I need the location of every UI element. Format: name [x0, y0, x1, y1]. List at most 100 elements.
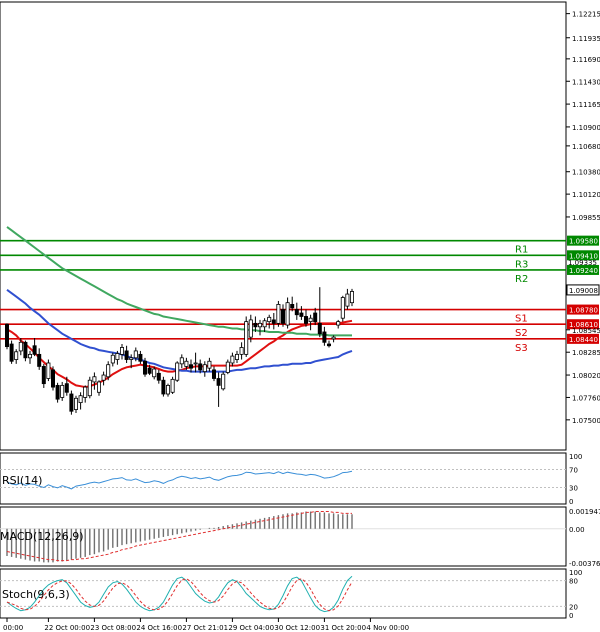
rsi-tick-label: 70	[569, 467, 578, 475]
candle-body	[340, 297, 345, 319]
candle-body	[41, 366, 46, 385]
price-tick-label: 1.10900	[572, 124, 600, 132]
time-tick-label: 23 Oct 08:00	[90, 624, 136, 632]
price-tick-label: 1.08545	[572, 327, 600, 335]
time-tick-label: 29 Oct 04:00	[228, 624, 274, 632]
price-tick-label: 1.08285	[572, 349, 600, 357]
candle-body	[9, 343, 14, 362]
candle-body	[271, 319, 276, 324]
time-tick-label: 4 Nov 00:00	[366, 624, 409, 632]
candle-body	[276, 303, 281, 324]
candle-body	[161, 379, 166, 395]
candle-body	[156, 372, 161, 381]
level-label-r1: R1	[515, 245, 528, 256]
rsi-tick-label: 100	[569, 453, 582, 461]
pane-frame-1	[0, 452, 567, 505]
candle-body	[234, 353, 239, 360]
level-label-r2: R2	[515, 274, 528, 285]
candle-body	[188, 364, 193, 369]
candle-body	[193, 362, 198, 365]
candle-body	[120, 347, 125, 355]
candle-body	[23, 341, 28, 359]
candle-body	[87, 379, 92, 397]
candle-body	[124, 350, 129, 360]
price-tick-label: 1.12215	[572, 11, 600, 19]
candle-body	[106, 364, 111, 378]
candle-body	[294, 309, 299, 316]
candle-body	[230, 355, 235, 364]
candle-body	[345, 293, 350, 307]
macd-tick-label: 0.00	[569, 526, 585, 534]
candle-body	[27, 353, 32, 359]
level-label-s1: S1	[515, 314, 528, 325]
candle-body	[110, 354, 115, 364]
candle-body	[101, 374, 106, 381]
candle-body	[97, 381, 102, 393]
candle-body	[83, 386, 88, 398]
macd-label: MACD(12,26,9)	[0, 530, 84, 543]
price-tick-label: 1.09855	[572, 214, 600, 222]
candle-body	[18, 341, 23, 352]
price-tick-label: 1.11935	[572, 35, 600, 43]
candle-body	[299, 312, 304, 317]
time-tick-label: 31 Oct 20:00	[320, 624, 366, 632]
candle-body	[317, 322, 322, 335]
time-tick-label: 27 Oct 21:01	[182, 624, 228, 632]
candle-body	[60, 384, 65, 398]
candle-body	[138, 353, 143, 362]
level-label-r3: R3	[515, 259, 528, 270]
price-tick-label: 1.07760	[572, 394, 600, 402]
candle-body	[285, 302, 290, 326]
candle-body	[349, 291, 354, 304]
candle-body	[165, 384, 170, 395]
candle-body	[308, 317, 313, 323]
candle-body	[221, 373, 226, 390]
price-tick-label: 1.07500	[572, 417, 600, 425]
candle-body	[133, 350, 138, 359]
macd-tick-label: 0.001947	[569, 508, 600, 516]
candle-body	[326, 343, 331, 347]
candle-body	[257, 322, 262, 328]
level-label-s2: S2	[515, 328, 528, 339]
candle-body	[262, 320, 267, 328]
time-tick-label: 30 Oct 12:00	[274, 624, 320, 632]
pane-frame-3	[0, 568, 567, 619]
price-tick-label: 1.10120	[572, 191, 600, 199]
level-price-tag-label: 1.09240	[569, 267, 598, 275]
candle-body	[207, 360, 212, 369]
candle-body	[14, 351, 19, 360]
stoch-tick-label: 100	[569, 569, 582, 577]
chart-canvas: 1.09410R31.09240R21.09580R11.08780S11.08…	[0, 1, 600, 632]
candle-body	[175, 362, 180, 381]
stoch-tick-label: 80	[569, 578, 578, 586]
candle-body	[202, 364, 207, 373]
price-tick-label: 1.11690	[572, 56, 600, 64]
candle-body	[198, 363, 203, 371]
candle-body	[313, 312, 318, 323]
candle-body	[179, 357, 184, 365]
candle-body	[55, 384, 60, 400]
price-tick-label: 1.08020	[572, 372, 600, 380]
candle-body	[147, 367, 152, 374]
rsi-tick-label: 0	[569, 498, 573, 506]
level-price-tag-label: 1.08780	[569, 307, 598, 315]
candle-body	[322, 331, 327, 343]
candle-body	[267, 316, 272, 323]
stoch-tick-label: 0	[569, 612, 573, 620]
rsi-label: RSI(14)	[2, 474, 42, 487]
candle-body	[115, 353, 120, 360]
candle-body	[216, 378, 221, 386]
candle-body	[32, 345, 37, 355]
candle-body	[248, 319, 253, 338]
level-price-tag-label: 1.09580	[569, 238, 598, 246]
price-tick-label: 1.10380	[572, 169, 600, 177]
candle-body	[290, 303, 295, 309]
macd-tick-label: -0.003763	[569, 560, 600, 568]
pane-frame-0	[0, 1, 567, 451]
candle-body	[129, 357, 134, 360]
candle-body	[303, 316, 308, 324]
level-label-s3: S3	[515, 343, 528, 354]
candle-body	[74, 397, 79, 410]
candle-body	[211, 369, 216, 379]
candle-body	[152, 368, 157, 378]
